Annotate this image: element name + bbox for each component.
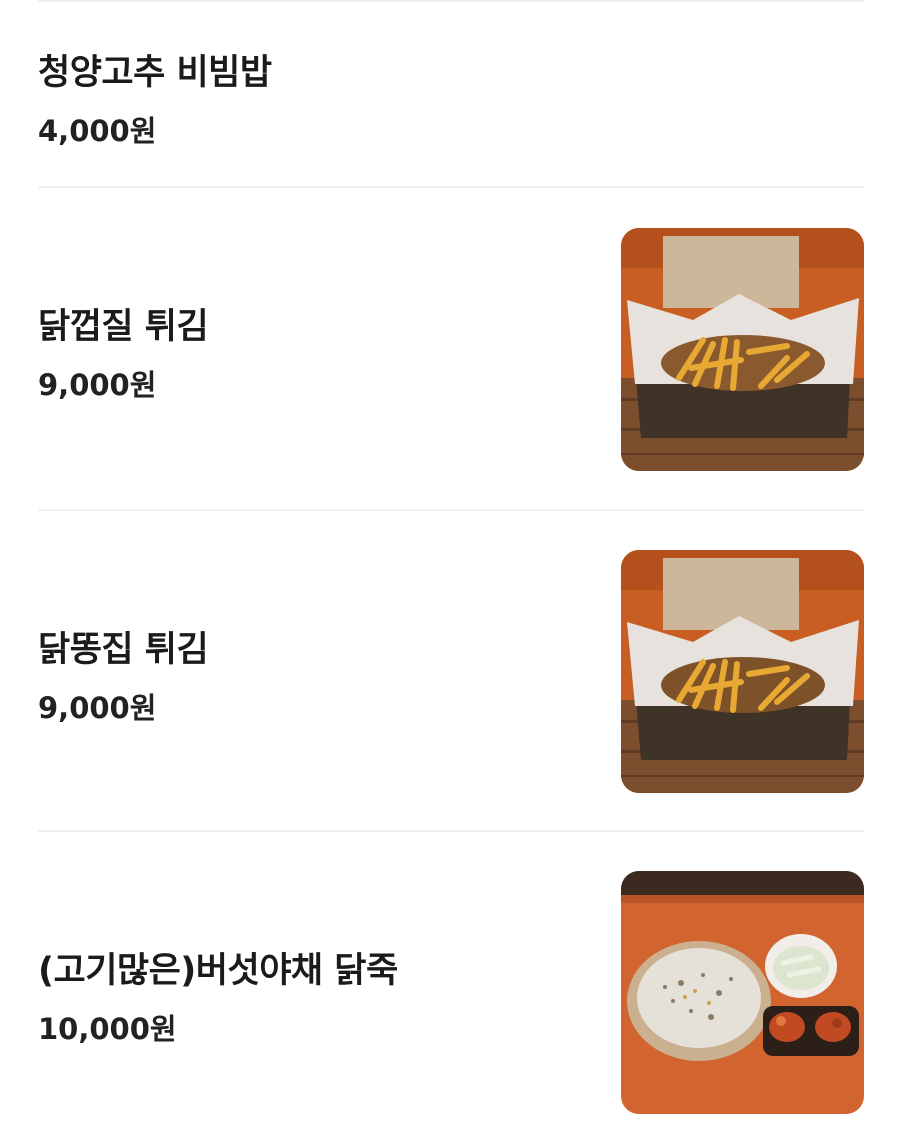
menu-item-cheongyang-bibimbap[interactable]: 청양고추 비빔밥 4,000원	[38, 0, 864, 186]
menu-item-price: 9,000원	[38, 368, 157, 402]
menu-item-chicken-porridge[interactable]: (고기많은)버섯야채 닭죽 10,000원	[38, 832, 864, 1126]
menu-item-name: 닭똥집 튀김	[38, 630, 209, 670]
food-image	[621, 871, 864, 1114]
food-image	[621, 550, 864, 793]
chicken-porridge-photo[interactable]	[621, 871, 864, 1114]
menu-item-chicken-gizzard[interactable]: 닭똥집 튀김 9,000원	[38, 511, 864, 831]
fried-chicken-skin-photo[interactable]	[621, 228, 864, 471]
fried-gizzard-photo[interactable]	[621, 550, 864, 793]
food-image	[621, 228, 864, 471]
menu-item-chicken-skin[interactable]: 닭껍질 튀김 9,000원	[38, 188, 864, 508]
menu-item-price: 4,000원	[38, 114, 157, 148]
menu-list: 청양고추 비빔밥 4,000원 닭껍질 튀김 9,000원 닭똥집 튀김 9,0…	[0, 0, 900, 1126]
menu-item-name: (고기많은)버섯야채 닭죽	[38, 951, 398, 991]
menu-item-price: 10,000원	[38, 1012, 177, 1046]
menu-item-price: 9,000원	[38, 691, 157, 725]
menu-item-name: 청양고추 비빔밥	[38, 53, 272, 93]
menu-item-name: 닭껍질 튀김	[38, 307, 209, 347]
